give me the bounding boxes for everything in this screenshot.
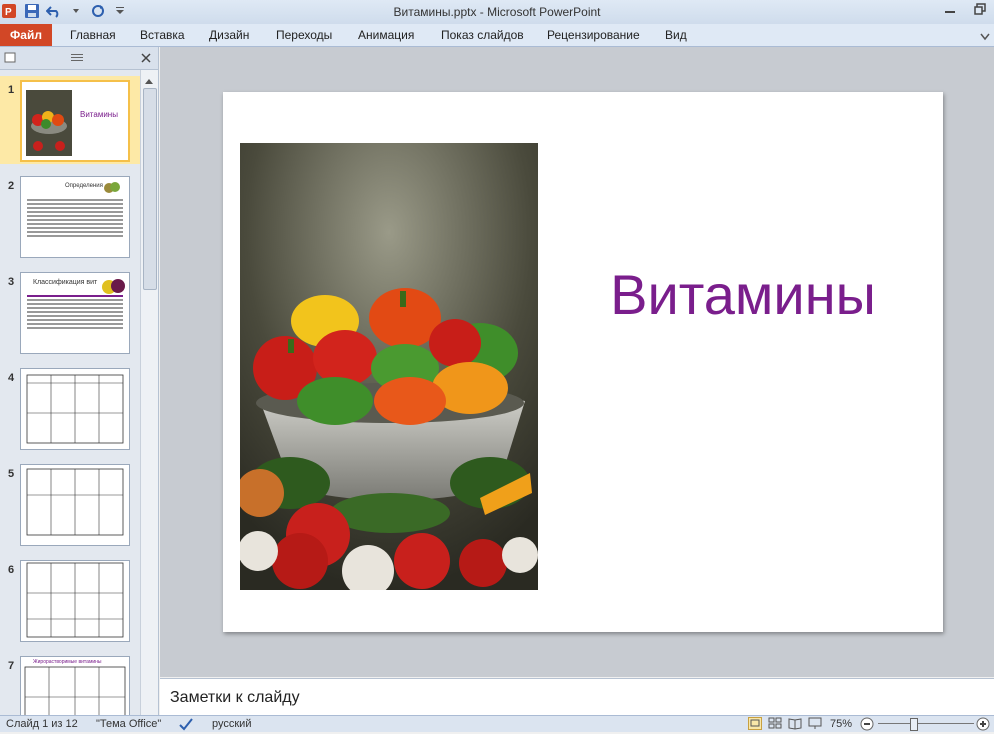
zoom-slider-thumb[interactable]: [910, 718, 918, 731]
thumbnails-scrollbar[interactable]: [140, 70, 158, 715]
slide-thumbnail-2[interactable]: 2 Определения: [0, 172, 140, 260]
tab-animation[interactable]: Анимация: [358, 28, 414, 42]
title-bar: P Витамины.pptx - Microsoft PowerPoint: [0, 0, 994, 24]
slide-counter: Слайд 1 из 12: [6, 718, 78, 730]
tab-home[interactable]: Главная: [70, 28, 116, 42]
zoom-level[interactable]: 75%: [830, 718, 852, 730]
close-icon[interactable]: [140, 52, 152, 67]
slides-tab-icon[interactable]: [4, 52, 16, 67]
language-indicator[interactable]: русский: [212, 718, 251, 730]
current-slide[interactable]: Витамины: [223, 92, 943, 632]
tab-slideshow[interactable]: Показ слайдов: [441, 28, 524, 42]
window-controls: [944, 3, 986, 18]
table-thumb-graphic: [26, 562, 124, 638]
tab-transitions[interactable]: Переходы: [276, 28, 332, 42]
slide-thumbnail-3[interactable]: 3 Классификация вит: [0, 268, 140, 356]
slides-pane: 1 Витамины 2 Определения 3 Классификация…: [0, 47, 159, 715]
fruit-thumb-icon: [104, 182, 120, 193]
zoom-in-icon[interactable]: [976, 717, 990, 734]
slide-title[interactable]: Витамины: [553, 262, 933, 327]
slide-thumbnail-1[interactable]: 1 Витамины: [0, 76, 140, 164]
slide-editor: Витамины: [160, 47, 994, 677]
zoom-slider[interactable]: [878, 723, 974, 724]
scroll-thumb[interactable]: [143, 88, 157, 290]
vegetables-image[interactable]: [240, 143, 538, 590]
vegetables-thumb-image: [26, 90, 72, 156]
slide-thumbnail-5[interactable]: 5: [0, 460, 140, 548]
tab-insert[interactable]: Вставка: [140, 28, 185, 42]
window-title: Витамины.pptx - Microsoft PowerPoint: [393, 5, 601, 19]
tab-design[interactable]: Дизайн: [209, 28, 249, 42]
tab-file[interactable]: Файл: [0, 24, 52, 46]
pane-tabs: [0, 47, 158, 70]
tab-view[interactable]: Вид: [665, 28, 687, 42]
table-thumb-graphic: [26, 374, 124, 444]
ribbon-tabs: Файл Главная Вставка Дизайн Переходы Ани…: [0, 24, 994, 47]
tab-review[interactable]: Рецензирование: [547, 28, 640, 42]
expand-ribbon-icon[interactable]: [980, 30, 990, 44]
notes-pane[interactable]: Заметки к слайду: [160, 678, 994, 716]
outline-tab-icon[interactable]: [70, 52, 84, 67]
theme-name[interactable]: "Тема Office": [96, 718, 161, 730]
table-thumb-graphic: [24, 666, 126, 715]
notes-placeholder: Заметки к слайду: [170, 689, 300, 706]
status-bar: Слайд 1 из 12 "Тема Office" русский 75%: [0, 715, 994, 732]
scroll-up-icon[interactable]: [144, 74, 154, 88]
spellcheck-icon[interactable]: [178, 717, 194, 734]
restore-icon[interactable]: [974, 3, 986, 18]
slide-thumbnail-7[interactable]: 7 Жирорастворимые витамины: [0, 652, 140, 715]
thumbnail-list: 1 Витамины 2 Определения 3 Классификация…: [0, 70, 140, 715]
slide-thumbnail-4[interactable]: 4: [0, 364, 140, 452]
slide-thumbnail-6[interactable]: 6: [0, 556, 140, 644]
table-thumb-graphic: [26, 468, 124, 536]
zoom-out-icon[interactable]: [860, 717, 874, 734]
minimize-icon[interactable]: [944, 3, 956, 18]
